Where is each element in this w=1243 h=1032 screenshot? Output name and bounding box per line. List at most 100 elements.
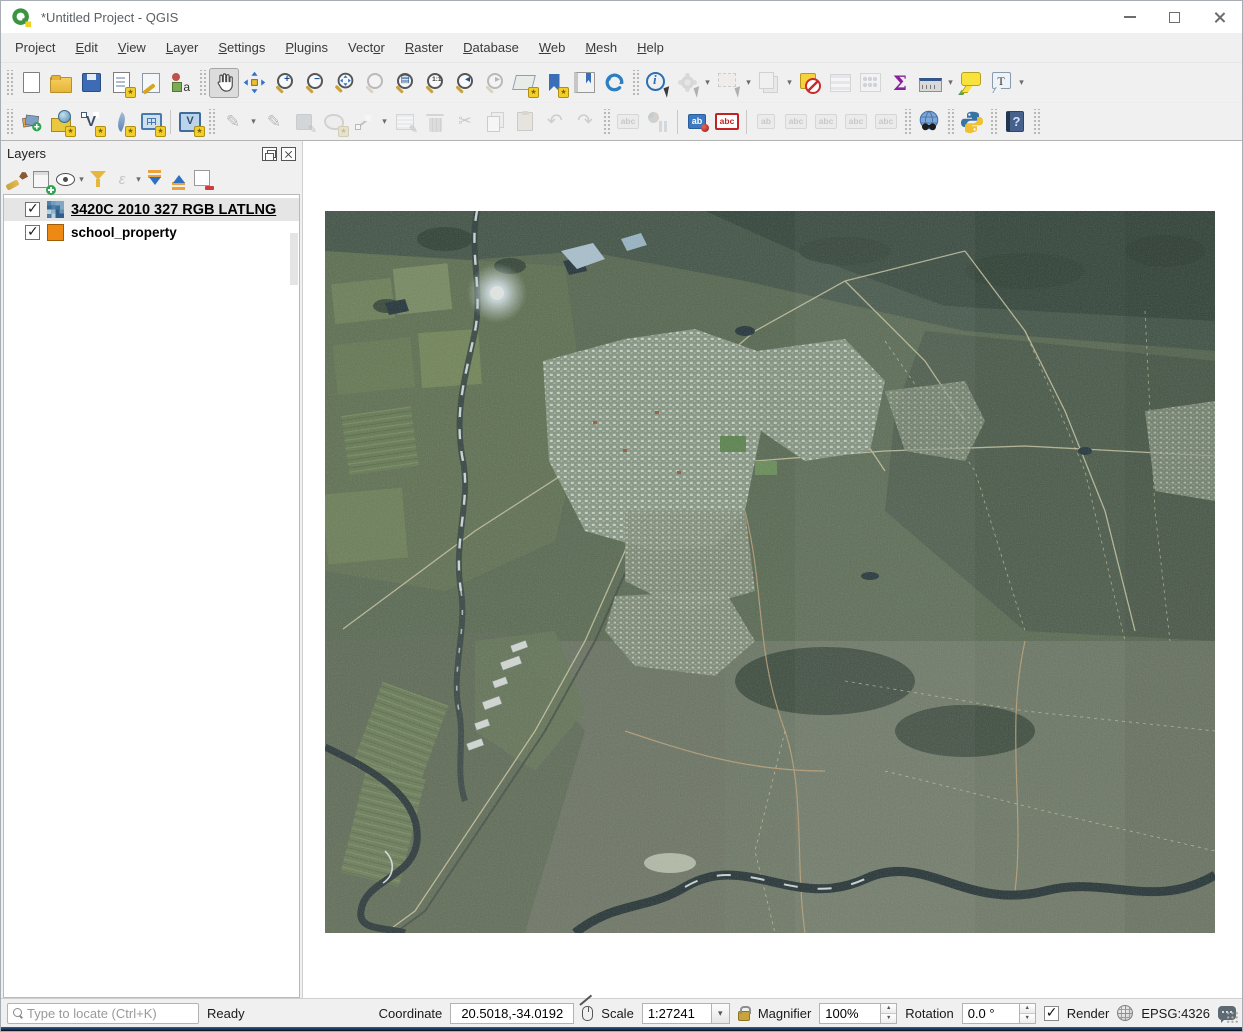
toggle-extents-mouse-icon[interactable] [582,1006,593,1021]
spin-up-icon[interactable] [881,1004,896,1014]
new-virtual-layer-button[interactable]: V [175,107,205,137]
zoom-to-layer-button[interactable]: ▤ [389,68,419,98]
menu-edit[interactable]: Edit [65,35,107,60]
toolbar-grip[interactable] [5,70,14,96]
text-annotation-button[interactable]: T [986,68,1016,98]
measure-button-dropdown[interactable] [945,68,956,98]
toolbar-grip[interactable] [1032,109,1041,135]
rotation-spinner[interactable] [1020,1003,1036,1024]
resize-grip[interactable] [1226,1011,1239,1024]
new-spatial-bookmark-button[interactable] [539,68,569,98]
map-tips-button[interactable] [956,68,986,98]
menu-layer[interactable]: Layer [156,35,209,60]
menu-web[interactable]: Web [529,35,576,60]
crs-status[interactable]: EPSG:4326 [1141,1006,1210,1021]
remove-layer-button[interactable] [191,168,215,192]
new-mesh-layer-button[interactable] [136,107,166,137]
menu-settings[interactable]: Settings [208,35,275,60]
toolbar-grip[interactable] [198,70,207,96]
close-panel-button[interactable] [281,147,296,161]
layer-visibility-checkbox[interactable] [25,202,40,217]
locate-input[interactable] [27,1006,193,1021]
layer-item-3420c-2010-327-rgb-latlng[interactable]: 3420C 2010 327 RGB LATLNG [4,198,299,221]
zoom-full-button[interactable] [329,68,359,98]
toolbar-grip[interactable] [602,109,611,135]
menu-project[interactable]: Project [5,35,65,60]
text-annotation-button-dropdown[interactable] [1016,68,1027,98]
menu-help[interactable]: Help [627,35,674,60]
menu-database[interactable]: Database [453,35,529,60]
toolbar-grip[interactable] [207,109,216,135]
manage-map-themes-button-dropdown[interactable] [77,168,86,192]
locate-search[interactable] [7,1003,199,1024]
scale-input[interactable] [642,1003,712,1024]
layer-item-school-property[interactable]: school_property [4,221,299,244]
new-geopackage-layer-button[interactable] [46,107,76,137]
menu-plugins[interactable]: Plugins [275,35,338,60]
coordinate-input[interactable] [450,1003,574,1024]
filter-legend-button[interactable] [86,168,110,192]
expand-all-button[interactable] [143,168,167,192]
spin-down-icon[interactable] [1020,1014,1035,1023]
diagram-options-button[interactable]: abc [712,107,742,137]
add-group-button[interactable] [29,168,53,192]
toolbar-grip[interactable] [989,109,998,135]
save-project-button[interactable] [76,68,106,98]
map-image[interactable] [325,211,1215,933]
crs-globe-icon[interactable] [1117,1005,1133,1021]
toolbar-grip[interactable] [946,109,955,135]
zoom-in-button[interactable]: + [269,68,299,98]
new-print-layout-button[interactable] [106,68,136,98]
spin-up-icon[interactable] [1020,1004,1035,1014]
rotation-spinbox[interactable] [962,1003,1036,1024]
new-map-view-button[interactable] [509,68,539,98]
layer-label[interactable]: 3420C 2010 327 RGB LATLNG [71,202,276,218]
manage-map-themes-button[interactable] [53,168,77,192]
toolbar-grip[interactable] [5,109,14,135]
menu-raster[interactable]: Raster [395,35,453,60]
show-layout-manager-button[interactable] [136,68,166,98]
open-project-button[interactable] [46,68,76,98]
measure-button[interactable] [915,68,945,98]
pan-map-button[interactable] [209,68,239,98]
zoom-native-button[interactable]: 1:1 [419,68,449,98]
new-shapefile-layer-button[interactable]: V [76,107,106,137]
statistical-summary-button[interactable]: Σ [885,68,915,98]
close-button[interactable] [1197,1,1242,33]
magnifier-spinbox[interactable] [819,1003,897,1024]
magnifier-spinner[interactable] [881,1003,897,1024]
rotation-input[interactable] [962,1003,1020,1024]
menu-mesh[interactable]: Mesh [575,35,627,60]
metasearch-button[interactable] [914,107,944,137]
scale-dropdown-arrow[interactable] [712,1003,730,1024]
data-source-manager-button[interactable] [16,107,46,137]
zoom-out-button[interactable]: − [299,68,329,98]
magnifier-input[interactable] [819,1003,881,1024]
identify-features-button[interactable]: i [642,68,672,98]
layer-label[interactable]: school_property [71,225,177,240]
scale-combobox[interactable] [642,1003,730,1024]
pan-to-selection-button[interactable] [239,68,269,98]
deselect-all-button[interactable] [795,68,825,98]
open-layer-styling-button[interactable] [5,168,29,192]
refresh-map-button[interactable] [599,68,629,98]
collapse-all-button[interactable] [167,168,191,192]
new-project-button[interactable] [16,68,46,98]
help-contents-button[interactable]: ? [1000,107,1030,137]
layer-visibility-checkbox[interactable] [25,225,40,240]
minimize-button[interactable] [1107,1,1152,33]
spin-down-icon[interactable] [881,1014,896,1023]
toolbar-grip[interactable] [631,70,640,96]
layer-list-scrollbar[interactable] [290,233,298,285]
maximize-button[interactable] [1152,1,1197,33]
new-spatialite-layer-button[interactable] [106,107,136,137]
show-spatial-bookmarks-button[interactable] [569,68,599,98]
map-canvas[interactable] [303,141,1242,998]
python-console-button[interactable] [957,107,987,137]
lock-scale-icon[interactable] [738,1011,750,1021]
menu-view[interactable]: View [108,35,156,60]
labeling-options-button[interactable]: ab [682,107,712,137]
style-manager-button[interactable]: a [166,68,196,98]
menu-vector[interactable]: Vector [338,35,395,60]
render-checkbox[interactable] [1044,1006,1059,1021]
